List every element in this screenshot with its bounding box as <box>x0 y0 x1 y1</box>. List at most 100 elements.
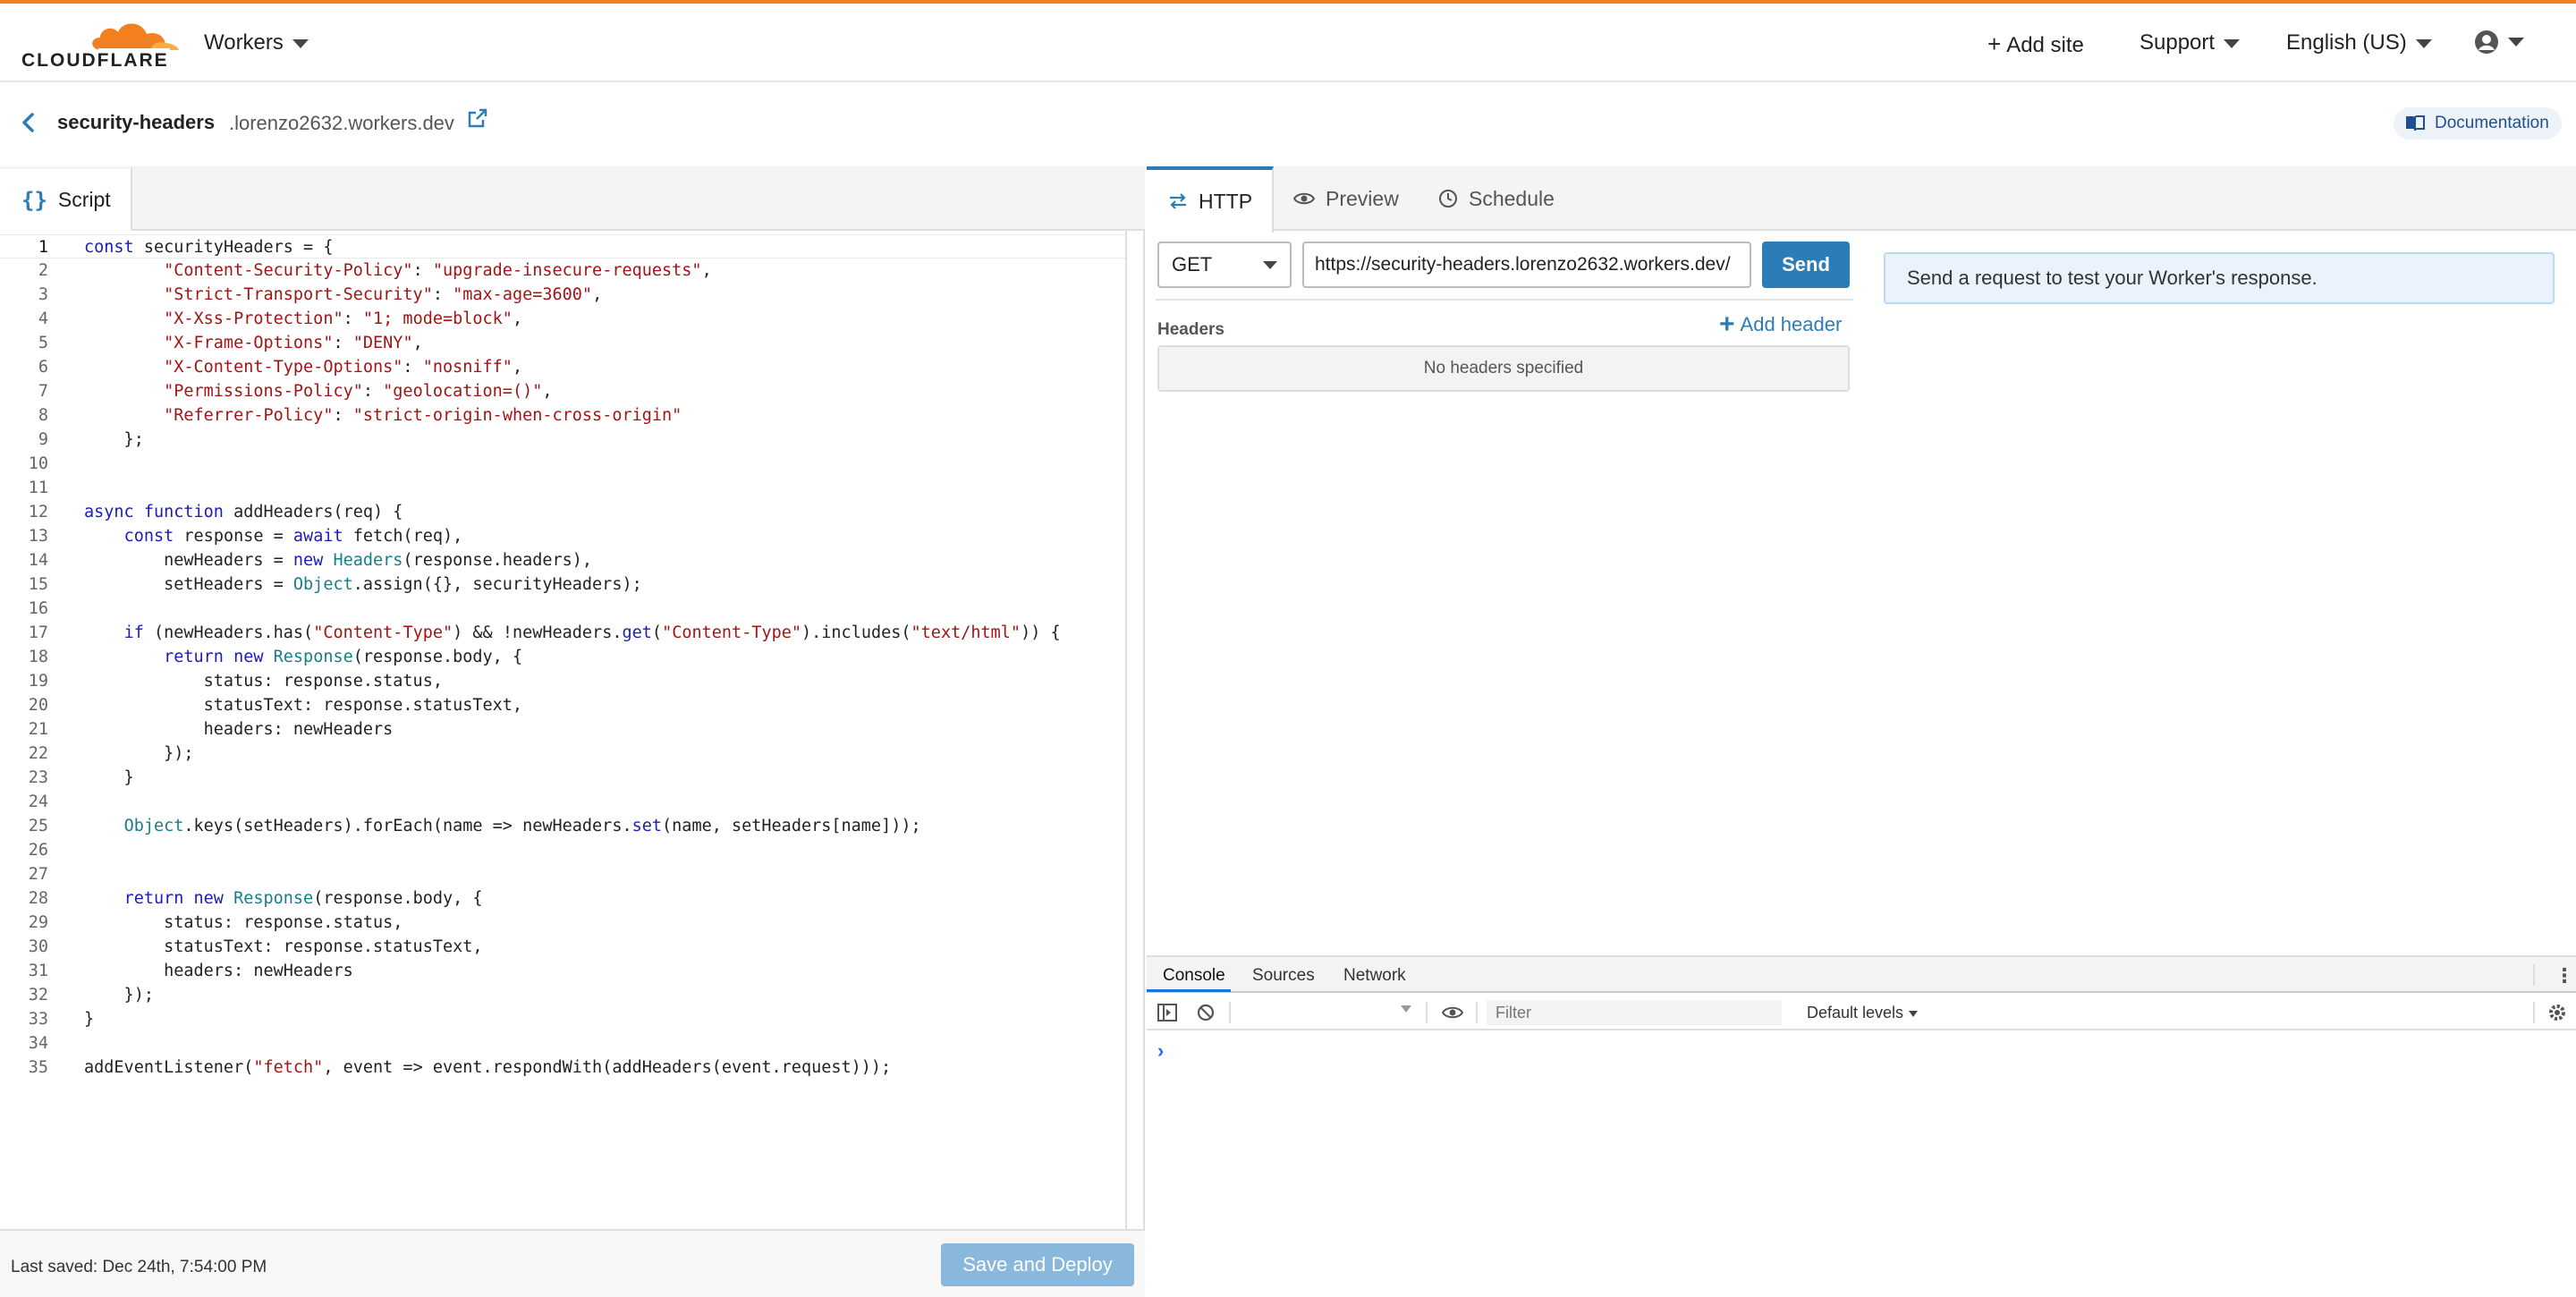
code-editor[interactable]: 1 const securityHeaders = {2 "Content-Sec… <box>0 231 1127 1229</box>
code-line[interactable]: 8 "Referrer-Policy": "strict-origin-when… <box>0 403 1125 428</box>
code-line[interactable]: 17 if (newHeaders.has("Content-Type") &&… <box>0 621 1125 645</box>
code-line[interactable]: 23 } <box>0 766 1125 790</box>
code-text[interactable]: async function addHeaders(req) { <box>84 500 402 524</box>
code-text[interactable]: return new Response(response.body, { <box>84 645 522 669</box>
code-line[interactable]: 27 <box>0 862 1125 886</box>
code-text[interactable]: "Permissions-Policy": "geolocation=()", <box>84 379 552 403</box>
editor-scrollbar[interactable] <box>1125 231 1127 1229</box>
context-dropdown-icon[interactable] <box>1401 1005 1411 1013</box>
code-text[interactable]: "X-Frame-Options": "DENY", <box>84 331 423 355</box>
code-text[interactable]: if (newHeaders.has("Content-Type") && !n… <box>84 621 1061 645</box>
account-menu[interactable] <box>2474 29 2524 55</box>
cloudflare-logo[interactable]: CLOUDFLARE <box>21 18 179 71</box>
code-text[interactable]: const securityHeaders = { <box>84 235 333 259</box>
gear-icon[interactable] <box>2547 1003 2567 1022</box>
code-line[interactable]: 33} <box>0 1007 1125 1031</box>
code-text[interactable]: return new Response(response.body, { <box>84 886 483 911</box>
code-text[interactable]: }); <box>84 983 154 1007</box>
console-filter-input[interactable] <box>1487 1000 1782 1025</box>
tab-console[interactable]: Console <box>1163 966 1225 986</box>
more-vertical-icon[interactable]: ⋮ <box>2555 964 2574 988</box>
code-line[interactable]: 3 "Strict-Transport-Security": "max-age=… <box>0 283 1125 307</box>
code-line[interactable]: 24 <box>0 790 1125 814</box>
code-text[interactable]: status: response.status, <box>84 911 402 935</box>
tab-preview[interactable]: Preview <box>1293 166 1399 231</box>
code-line[interactable]: 4 "X-Xss-Protection": "1; mode=block", <box>0 307 1125 331</box>
log-levels-dropdown[interactable]: Default levels <box>1807 1004 1919 1022</box>
code-line[interactable]: 5 "X-Frame-Options": "DENY", <box>0 331 1125 355</box>
back-arrow-icon[interactable] <box>18 109 39 136</box>
line-number: 7 <box>38 382 48 401</box>
code-line[interactable]: 19 status: response.status, <box>0 669 1125 693</box>
url-input[interactable] <box>1302 242 1751 288</box>
code-text[interactable]: }); <box>84 742 193 766</box>
code-line[interactable]: 7 "Permissions-Policy": "geolocation=()"… <box>0 379 1125 403</box>
code-line[interactable]: 32 }); <box>0 983 1125 1007</box>
tab-http[interactable]: HTTP <box>1147 166 1274 233</box>
code-line[interactable]: 14 newHeaders = new Headers(response.hea… <box>0 548 1125 572</box>
code-text[interactable]: }; <box>84 428 144 452</box>
code-line[interactable]: 20 statusText: response.statusText, <box>0 693 1125 717</box>
tab-script[interactable]: {} Script <box>0 166 132 231</box>
code-line[interactable]: 26 <box>0 838 1125 862</box>
sidebar-toggle-icon[interactable] <box>1157 1004 1177 1021</box>
code-line[interactable]: 28 return new Response(response.body, { <box>0 886 1125 911</box>
method-select[interactable]: GET <box>1157 242 1292 288</box>
code-line[interactable]: 25 Object.keys(setHeaders).forEach(name … <box>0 814 1125 838</box>
code-text[interactable]: const response = await fetch(req), <box>84 524 463 548</box>
active-tab-indicator <box>1147 989 1231 992</box>
code-line[interactable]: 6 "X-Content-Type-Options": "nosniff", <box>0 355 1125 379</box>
code-text[interactable]: Object.keys(setHeaders).forEach(name => … <box>84 814 921 838</box>
send-button[interactable]: Send <box>1762 242 1850 288</box>
code-line[interactable]: 13 const response = await fetch(req), <box>0 524 1125 548</box>
code-line[interactable]: 31 headers: newHeaders <box>0 959 1125 983</box>
code-text[interactable]: "Referrer-Policy": "strict-origin-when-c… <box>84 403 682 428</box>
support-menu[interactable]: Support <box>2140 30 2241 55</box>
save-and-deploy-button[interactable]: Save and Deploy <box>941 1243 1134 1286</box>
language-menu[interactable]: English (US) <box>2286 30 2432 55</box>
code-line[interactable]: 11 <box>0 476 1125 500</box>
code-text[interactable]: addEventListener("fetch", event => event… <box>84 1055 891 1080</box>
braces-icon: {} <box>21 187 47 213</box>
code-text[interactable]: "X-Content-Type-Options": "nosniff", <box>84 355 522 379</box>
eye-icon[interactable] <box>1442 1005 1463 1020</box>
external-link-icon[interactable] <box>467 107 488 129</box>
clear-console-icon[interactable] <box>1197 1004 1215 1021</box>
code-line[interactable]: 1 const securityHeaders = { <box>0 234 1125 259</box>
code-line[interactable]: 9 }; <box>0 428 1125 452</box>
code-text[interactable]: "Content-Security-Policy": "upgrade-inse… <box>84 259 712 283</box>
code-line[interactable]: 18 return new Response(response.body, { <box>0 645 1125 669</box>
code-line[interactable]: 30 statusText: response.statusText, <box>0 935 1125 959</box>
code-text[interactable]: headers: newHeaders <box>84 959 353 983</box>
code-text[interactable]: "Strict-Transport-Security": "max-age=36… <box>84 283 602 307</box>
code-line[interactable]: 10 <box>0 452 1125 476</box>
caret-down-icon <box>1909 1010 1919 1017</box>
console-prompt[interactable]: › <box>1157 1039 1164 1063</box>
devtools-panel: Console Sources Network ⋮ Filter Default… <box>1147 955 2576 1297</box>
tab-schedule[interactable]: Schedule <box>1438 166 1555 231</box>
code-line[interactable]: 35 addEventListener("fetch", event => eve… <box>0 1055 1125 1080</box>
code-line[interactable]: 2 "Content-Security-Policy": "upgrade-in… <box>0 259 1125 283</box>
code-text[interactable]: "X-Xss-Protection": "1; mode=block", <box>84 307 522 331</box>
tab-network[interactable]: Network <box>1343 966 1406 986</box>
add-header-button[interactable]: + Add header <box>1719 311 1842 338</box>
code-line[interactable]: 12 async function addHeaders(req) { <box>0 500 1125 524</box>
code-text[interactable]: setHeaders = Object.assign({}, securityH… <box>84 572 642 597</box>
product-switcher[interactable]: Workers <box>204 30 309 55</box>
code-line[interactable]: 29 status: response.status, <box>0 911 1125 935</box>
code-text[interactable]: status: response.status, <box>84 669 443 693</box>
code-text[interactable]: } <box>84 1007 94 1031</box>
add-site-button[interactable]: + Add site <box>1987 30 2084 58</box>
code-line[interactable]: 15 setHeaders = Object.assign({}, securi… <box>0 572 1125 597</box>
code-text[interactable]: statusText: response.statusText, <box>84 935 482 959</box>
code-line[interactable]: 22 }); <box>0 742 1125 766</box>
code-text[interactable]: } <box>84 766 134 790</box>
tab-sources[interactable]: Sources <box>1252 966 1315 986</box>
code-text[interactable]: headers: newHeaders <box>84 717 394 742</box>
documentation-button[interactable]: Documentation <box>2394 107 2562 140</box>
code-text[interactable]: newHeaders = new Headers(response.header… <box>84 548 592 572</box>
code-line[interactable]: 16 <box>0 597 1125 621</box>
code-line[interactable]: 21 headers: newHeaders <box>0 717 1125 742</box>
code-line[interactable]: 34 <box>0 1031 1125 1055</box>
code-text[interactable]: statusText: response.statusText, <box>84 693 522 717</box>
